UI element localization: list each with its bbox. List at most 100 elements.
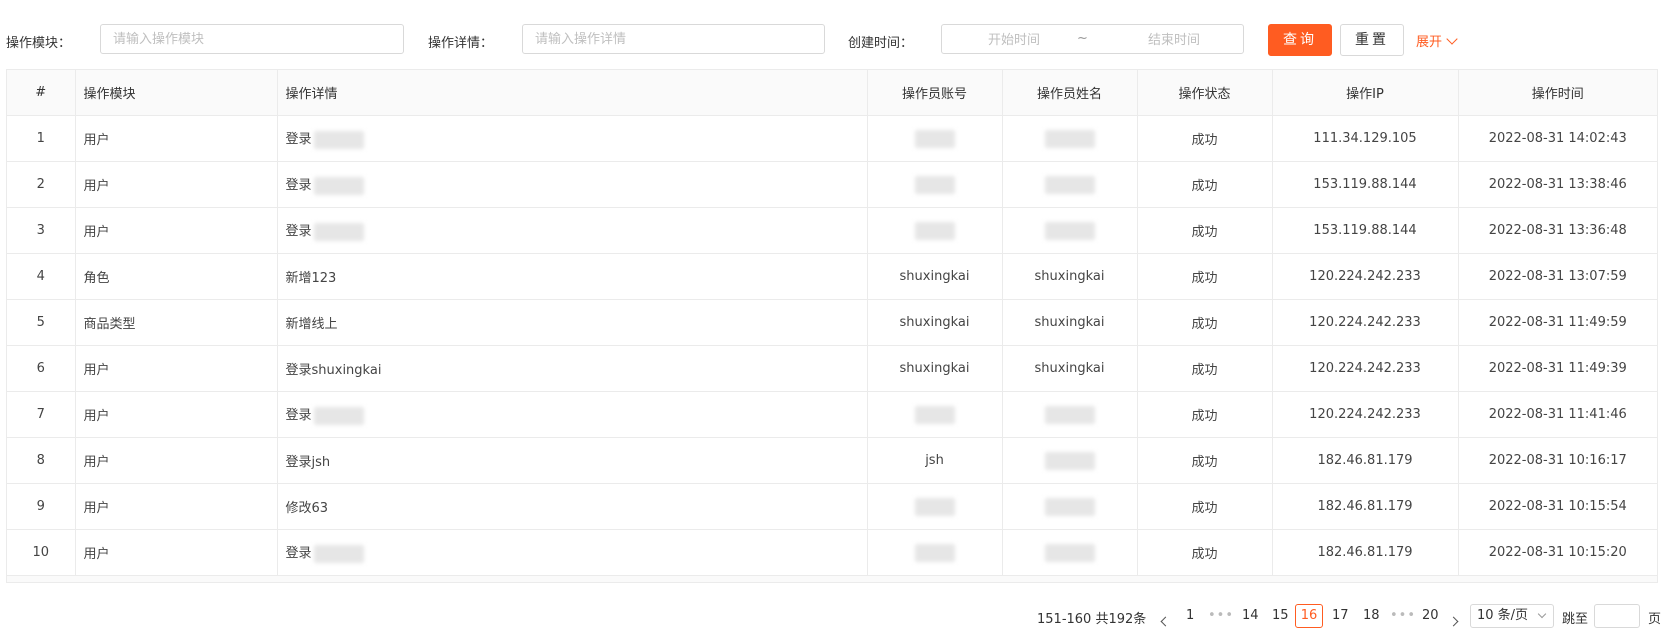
redacted-block — [313, 544, 364, 563]
prev-page-button[interactable] — [1160, 614, 1171, 629]
page-16-current[interactable]: 16 — [1295, 604, 1323, 628]
cell-index: 4 — [7, 253, 76, 300]
cell-name — [1002, 483, 1138, 530]
chevron-right-icon — [1448, 616, 1459, 627]
cell-module-text: 角色 — [83, 271, 110, 286]
detail-filter-label: 操作详情： — [428, 36, 494, 51]
expand-toggle[interactable]: 展开 — [1416, 31, 1458, 50]
cell-module-text: 用户 — [83, 547, 110, 562]
table-row: 3 用户 登录 成功 153.119.88.144 2022-08-31 13:36:48 — [7, 207, 1657, 254]
cell-module-text: 用户 — [83, 133, 110, 148]
page-18[interactable]: 18 — [1363, 608, 1380, 623]
cell-time-text: 2022-08-31 10:16:17 — [1488, 453, 1627, 468]
cell-status: 成功 — [1137, 115, 1273, 162]
cell-status: 成功 — [1137, 391, 1273, 438]
page-15[interactable]: 15 — [1272, 608, 1289, 623]
page-17[interactable]: 17 — [1332, 608, 1349, 623]
cell-time: 2022-08-31 10:15:54 — [1458, 483, 1657, 530]
cell-time: 2022-08-31 14:02:43 — [1458, 115, 1657, 162]
next-page-button[interactable] — [1448, 614, 1459, 629]
cell-ip: 120.224.242.233 — [1272, 253, 1459, 300]
table-row: 10 用户 登录 成功 182.46.81.179 2022-08-31 10:15:20 — [7, 529, 1657, 576]
cell-index-text: 2 — [36, 177, 45, 192]
page-1[interactable]: 1 — [1186, 608, 1194, 623]
column-header-name: 操作员姓名 — [1002, 70, 1138, 116]
redacted-block — [1044, 129, 1095, 148]
cell-detail: 登录 — [277, 207, 868, 254]
redacted-block — [914, 405, 955, 424]
date-range-picker[interactable]: ~ — [941, 24, 1244, 54]
cell-detail: 登录shuxingkai — [277, 345, 868, 392]
cell-name: shuxingkai — [1002, 345, 1138, 392]
cell-name — [1002, 207, 1138, 254]
table-row: 5 商品类型 新增线上 shuxingkai shuxingkai 成功 120.224.2… — [7, 299, 1657, 346]
module-filter-input[interactable] — [100, 24, 404, 54]
cell-detail: 新增123 — [277, 253, 868, 300]
cell-index: 1 — [7, 115, 76, 162]
chevron-left-icon — [1160, 616, 1171, 627]
end-time-input[interactable] — [1112, 28, 1236, 52]
detail-filter-input[interactable] — [522, 24, 825, 54]
cell-status-text: 成功 — [1191, 363, 1218, 378]
cell-time-text: 2022-08-31 11:41:46 — [1488, 407, 1627, 422]
page-20[interactable]: 20 — [1422, 608, 1439, 623]
cell-ip-text: 153.119.88.144 — [1313, 177, 1417, 192]
redacted-block — [914, 497, 955, 516]
redacted-block — [313, 176, 364, 195]
jump-page-input[interactable] — [1594, 604, 1640, 628]
module-filter-label: 操作模块： — [6, 36, 72, 51]
table-row: 6 用户 登录shuxingkai shuxingkai shuxingkai 成功 120… — [7, 345, 1657, 392]
cell-module: 用户 — [75, 529, 278, 576]
column-header-time: 操作时间 — [1458, 70, 1657, 116]
cell-time: 2022-08-31 13:07:59 — [1458, 253, 1657, 300]
cell-time: 2022-08-31 11:49:59 — [1458, 299, 1657, 346]
cell-module: 用户 — [75, 437, 278, 484]
cell-detail-text: 修改63 — [285, 501, 329, 516]
ellipsis-next[interactable]: ••• — [1390, 608, 1416, 623]
cell-index-text: 9 — [36, 499, 45, 514]
filter-bar: 操作模块： 操作详情： 创建时间： ~ 查询 重置 展开 — [0, 24, 1668, 56]
column-header-detail: 操作详情 — [277, 70, 868, 116]
cell-index: 8 — [7, 437, 76, 484]
table-row: 7 用户 登录 成功 120.224.242.233 2022-08-31 11:41:4… — [7, 391, 1657, 438]
cell-detail: 登录 — [277, 161, 868, 208]
cell-status: 成功 — [1137, 299, 1273, 346]
cell-account — [867, 115, 1003, 162]
search-button[interactable]: 查询 — [1268, 24, 1332, 56]
cell-module-text: 用户 — [83, 225, 110, 240]
cell-detail: 新增线上 — [277, 299, 868, 346]
cell-name: shuxingkai — [1002, 299, 1138, 346]
redacted-block — [1044, 221, 1095, 240]
start-time-input[interactable] — [952, 28, 1076, 52]
cell-module: 角色 — [75, 253, 278, 300]
chevron-down-icon — [1537, 609, 1547, 619]
cell-module: 用户 — [75, 483, 278, 530]
cell-module: 用户 — [75, 207, 278, 254]
page-14[interactable]: 14 — [1242, 608, 1259, 623]
cell-name-text: shuxingkai — [1034, 269, 1105, 284]
redacted-block — [313, 406, 364, 425]
cell-name — [1002, 391, 1138, 438]
cell-module: 用户 — [75, 391, 278, 438]
cell-detail-text: 登录 — [285, 408, 312, 424]
cell-detail: 登录jsh — [277, 437, 868, 484]
cell-detail: 登录 — [277, 529, 868, 576]
cell-index: 3 — [7, 207, 76, 254]
cell-time-text: 2022-08-31 10:15:54 — [1488, 499, 1627, 514]
ellipsis-prev[interactable]: ••• — [1208, 608, 1234, 623]
redacted-block — [313, 222, 364, 241]
reset-button[interactable]: 重置 — [1340, 24, 1404, 56]
cell-ip-text: 153.119.88.144 — [1313, 223, 1417, 238]
cell-time: 2022-08-31 10:16:17 — [1458, 437, 1657, 484]
cell-index: 10 — [7, 529, 76, 576]
page-size-select[interactable]: 10 条/页 — [1470, 604, 1554, 628]
cell-ip-text: 120.224.242.233 — [1309, 315, 1421, 330]
redacted-block — [1044, 543, 1095, 562]
cell-status: 成功 — [1137, 529, 1273, 576]
cell-status: 成功 — [1137, 253, 1273, 300]
cell-account — [867, 161, 1003, 208]
cell-ip-text: 120.224.242.233 — [1309, 361, 1421, 376]
table-header-row: # 操作模块 操作详情 操作员账号 操作员姓名 操作状态 操作IP 操作时间 — [7, 70, 1657, 116]
cell-status: 成功 — [1137, 207, 1273, 254]
cell-module-text: 商品类型 — [83, 317, 136, 332]
